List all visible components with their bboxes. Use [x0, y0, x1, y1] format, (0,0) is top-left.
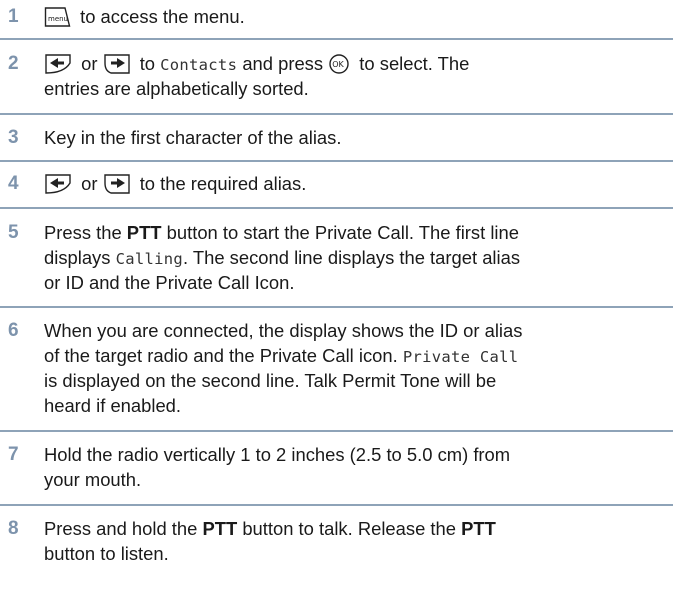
step-text: or to the required alias.	[44, 171, 669, 196]
calling-label: Calling	[115, 250, 183, 268]
step-number: 8	[8, 518, 19, 539]
step-text: Key in the first character of the alias.	[44, 127, 342, 148]
step-number: 2	[8, 53, 19, 74]
step-number: 6	[8, 320, 19, 341]
step-text: Press and hold the PTT button to talk. R…	[44, 518, 496, 564]
step-text: or to Contacts and press OK to select. T…	[44, 53, 470, 99]
step-number: 5	[8, 222, 19, 243]
separator	[0, 504, 673, 506]
ok-key-icon: OK	[328, 53, 350, 75]
svg-text:menu: menu	[48, 15, 68, 23]
step-text: Press the PTT button to start the Privat…	[44, 222, 521, 293]
right-arrow-key-icon	[103, 53, 131, 75]
step-text: When you are connected, the display show…	[44, 320, 523, 416]
step-number: 4	[8, 173, 19, 194]
separator	[0, 207, 673, 209]
step-number: 7	[8, 444, 19, 465]
svg-text:OK: OK	[332, 60, 344, 69]
separator	[0, 306, 673, 308]
separator	[0, 430, 673, 432]
left-arrow-key-icon	[44, 53, 72, 75]
step-number: 1	[8, 6, 19, 27]
menu-key-icon: menu	[44, 6, 71, 28]
right-arrow-key-icon	[103, 173, 131, 195]
contacts-label: Contacts	[160, 56, 238, 74]
private-call-label: Private Call	[402, 348, 519, 366]
separator	[0, 160, 673, 162]
separator	[0, 113, 673, 115]
left-arrow-key-icon	[44, 173, 72, 195]
step-number: 3	[8, 127, 19, 148]
separator	[0, 38, 673, 40]
step-text: menu to access the menu.	[44, 4, 669, 29]
step-text: Hold the radio vertically 1 to 2 inches …	[44, 444, 511, 490]
